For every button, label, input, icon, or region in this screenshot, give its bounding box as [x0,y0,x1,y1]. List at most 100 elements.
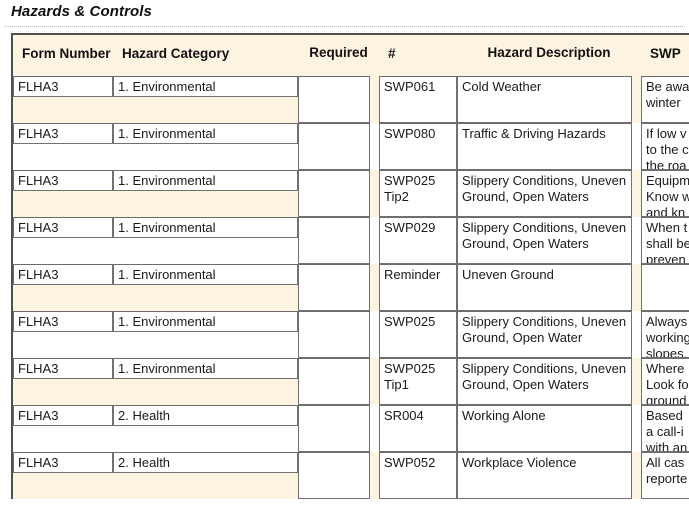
cell-number: SWP080 [379,123,458,171]
column-header-number[interactable]: # [379,35,458,77]
number-field[interactable]: SWP061 [379,76,458,124]
hazard-description-field[interactable]: Cold Weather [457,76,633,124]
table-row[interactable]: FLHA3 1. Environmental SWP025 Tip1 Slippery… [13,358,689,406]
hazard-description-field[interactable]: Slippery Conditions, Uneven Ground, Open… [457,358,633,406]
column-header-swp[interactable]: SWP [641,35,689,77]
swp-field[interactable]: Equipm Know w and kn [641,170,689,218]
required-field[interactable] [298,358,370,406]
table-row[interactable]: FLHA3 1. Environmental SWP061 Cold Weather B… [13,76,689,124]
required-field[interactable] [298,76,370,124]
table-row[interactable]: FLHA3 2. Health SWP052 Workplace Violence Al… [13,452,689,500]
hazard-description-field[interactable]: Slippery Conditions, Uneven Ground, Open… [457,170,633,218]
hazard-description-field[interactable]: Slippery Conditions, Uneven Ground, Open… [457,217,633,265]
cell-number: SWP061 [379,76,458,124]
hazard-category-field[interactable]: 1. Environmental [113,217,298,239]
swp-field[interactable]: If low v to the c the roa [641,123,689,171]
cell-required [298,452,370,500]
swp-field[interactable]: Based a call-i with an [641,405,689,453]
required-field[interactable] [298,170,370,218]
required-field[interactable] [298,405,370,453]
number-field[interactable]: SWP029 [379,217,458,265]
column-header-form-number-label: Form Number [22,46,111,61]
hazards-table: Form Number Hazard Category Required # H… [13,35,689,500]
hazard-category-field[interactable]: 1. Environmental [113,311,298,333]
hazard-category-field[interactable]: 1. Environmental [113,76,298,98]
number-field[interactable]: SWP052 [379,452,458,500]
hazard-category-field[interactable]: 1. Environmental [113,123,298,145]
number-field[interactable]: SWP025 Tip1 [379,358,458,406]
table-row[interactable]: FLHA3 1. Environmental Reminder Uneven Grou… [13,264,689,312]
number-field[interactable]: SWP025 [379,311,458,359]
cell-gap-1 [370,217,380,265]
form-number-field[interactable]: FLHA3 [13,405,113,427]
hazards-table-container: Form Number Hazard Category Required # H… [11,33,689,500]
required-field[interactable] [298,311,370,359]
hazard-category-field[interactable]: 2. Health [113,405,298,427]
hazard-category-field[interactable]: 2. Health [113,452,298,474]
number-field[interactable]: SR004 [379,405,458,453]
column-header-hazard-category[interactable]: Hazard Category [113,35,298,77]
table-row[interactable]: FLHA3 1. Environmental SWP080 Traffic & Dri… [13,123,689,171]
form-number-field[interactable]: FLHA3 [13,452,113,474]
cell-gap-1 [370,123,380,171]
cell-hazard-description: Slippery Conditions, Uneven Ground, Open… [457,311,633,359]
cell-swp [641,264,689,312]
form-number-field[interactable]: FLHA3 [13,76,113,98]
swp-field[interactable]: All cas reporte [641,452,689,500]
required-field[interactable] [298,217,370,265]
swp-field[interactable] [641,264,689,312]
form-number-field[interactable]: FLHA3 [13,311,113,333]
cell-gap-2 [632,358,642,406]
cell-hazard-description: Working Alone [457,405,633,453]
form-number-field[interactable]: FLHA3 [13,217,113,239]
cell-swp: Equipm Know w and kn [641,170,689,218]
table-row[interactable]: FLHA3 1. Environmental SWP025 Slippery Cond… [13,311,689,359]
hazard-description-field[interactable]: Working Alone [457,405,633,453]
required-field[interactable] [298,123,370,171]
swp-field[interactable]: Be awa winter [641,76,689,124]
cell-number: SWP025 Tip1 [379,358,458,406]
form-number-field[interactable]: FLHA3 [13,264,113,286]
swp-field[interactable]: Where Look fo ground [641,358,689,406]
swp-field[interactable]: When t shall be preven [641,217,689,265]
table-header: Form Number Hazard Category Required # H… [13,35,689,77]
cell-hazard-category: 1. Environmental [113,217,298,265]
column-header-hazard-description[interactable]: Hazard Description [457,35,642,77]
form-number-field[interactable]: FLHA3 [13,358,113,380]
table-row[interactable]: FLHA3 1. Environmental SWP029 Slippery Cond… [13,217,689,265]
cell-gap-1 [370,170,380,218]
table-row[interactable]: FLHA3 1. Environmental SWP025 Tip2 Slippery… [13,170,689,218]
page-title: Hazards & Controls [11,3,152,20]
cell-required [298,217,370,265]
column-header-form-number[interactable]: Form Number [13,35,113,77]
required-field[interactable] [298,452,370,500]
cell-form-number: FLHA3 [13,123,113,171]
cell-gap-2 [632,452,642,500]
number-field[interactable]: SWP025 Tip2 [379,170,458,218]
hazard-category-field[interactable]: 1. Environmental [113,358,298,380]
cell-number: SR004 [379,405,458,453]
cell-required [298,123,370,171]
hazard-description-field[interactable]: Slippery Conditions, Uneven Ground, Open… [457,311,633,359]
hazard-category-field[interactable]: 1. Environmental [113,264,298,286]
cell-form-number: FLHA3 [13,405,113,453]
hazard-description-field[interactable]: Traffic & Driving Hazards [457,123,633,171]
number-field[interactable]: Reminder [379,264,458,312]
cell-form-number: FLHA3 [13,264,113,312]
swp-field[interactable]: Always working slopes. [641,311,689,359]
hazard-description-field[interactable]: Uneven Ground [457,264,633,312]
number-field[interactable]: SWP080 [379,123,458,171]
cell-swp: Always working slopes. [641,311,689,359]
cell-hazard-description: Slippery Conditions, Uneven Ground, Open… [457,170,633,218]
table-row[interactable]: FLHA3 2. Health SR004 Working Alone Based a … [13,405,689,453]
required-field[interactable] [298,264,370,312]
form-number-field[interactable]: FLHA3 [13,170,113,192]
form-number-field[interactable]: FLHA3 [13,123,113,145]
cell-required [298,311,370,359]
column-header-required[interactable]: Required [298,35,380,77]
cell-hazard-description: Slippery Conditions, Uneven Ground, Open… [457,217,633,265]
cell-number: SWP052 [379,452,458,500]
hazard-category-field[interactable]: 1. Environmental [113,170,298,192]
hazard-description-field[interactable]: Workplace Violence [457,452,633,500]
table-body: FLHA3 1. Environmental SWP061 Cold Weather B… [13,76,689,500]
